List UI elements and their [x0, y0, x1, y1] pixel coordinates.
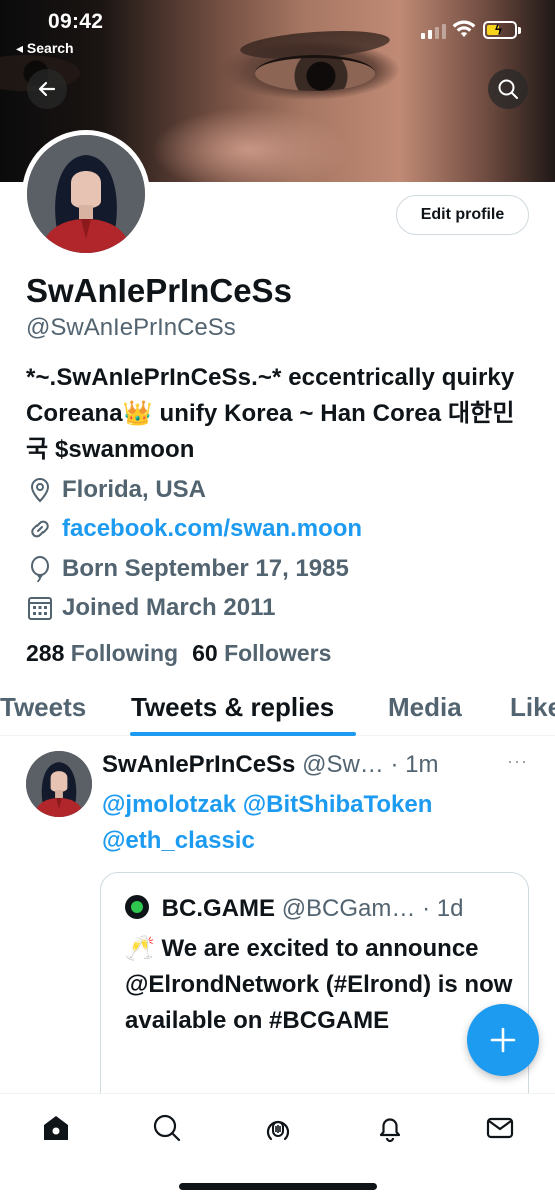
- home-icon: [44, 1116, 68, 1140]
- status-bar: 09:42 ◂ Search ϟ: [0, 0, 555, 60]
- tweet-author-meta: @Sw… · 1m: [302, 751, 439, 778]
- nav-notifications[interactable]: [370, 1108, 410, 1148]
- edit-profile-button[interactable]: Edit profile: [396, 195, 529, 235]
- map-pin-icon: [30, 478, 50, 503]
- avatar-illustration: [27, 135, 145, 253]
- back-button[interactable]: [27, 69, 67, 109]
- quoted-tweet-header: BC.GAME @BCGam… · 1d: [125, 895, 463, 923]
- tab-likes[interactable]: Likes: [510, 692, 555, 723]
- profile-display-name: SwAnIePrInCeSs: [26, 272, 292, 309]
- followers-count: 60: [192, 640, 218, 666]
- plus-icon: [490, 1027, 516, 1053]
- bc-game-logo-icon: [125, 895, 149, 919]
- tab-tweets-and-replies[interactable]: Tweets & replies: [131, 692, 334, 723]
- mail-icon: [486, 1117, 514, 1139]
- nav-search[interactable]: [147, 1108, 187, 1148]
- location-text: Florida, USA: [62, 476, 207, 503]
- joined-text: Joined March 2011: [62, 594, 276, 621]
- website-link[interactable]: facebook.com/swan.moon: [62, 515, 362, 543]
- back-to-search-link[interactable]: ◂ Search: [16, 40, 74, 57]
- calendar-icon: [28, 597, 52, 620]
- avatar-illustration: [26, 751, 92, 817]
- arrow-left-icon: [38, 81, 56, 97]
- home-indicator[interactable]: [179, 1183, 377, 1190]
- avatar-image: [27, 135, 145, 253]
- spaces-icon: [266, 1120, 290, 1141]
- tweet-header: SwAnIePrInCeSs @Sw… · 1m: [102, 751, 532, 779]
- active-tab-indicator: [130, 732, 356, 736]
- balloon-icon: [31, 556, 49, 583]
- wifi-icon: [452, 20, 476, 37]
- profile-handle: @SwAnIePrInCeSs: [26, 314, 236, 341]
- nav-messages[interactable]: [480, 1108, 520, 1148]
- quoted-author-name: BC.GAME: [161, 895, 276, 922]
- following-label: Following: [70, 640, 179, 666]
- following-count: 288: [26, 640, 65, 666]
- quoted-author-meta: @BCGam… · 1d: [281, 895, 464, 922]
- search-icon: [153, 1114, 181, 1142]
- nav-home[interactable]: [36, 1108, 76, 1148]
- birthday-text: Born September 17, 1985: [62, 555, 349, 582]
- quoted-tweet[interactable]: BC.GAME @BCGam… · 1d 🥂 We are excited to…: [100, 872, 529, 1112]
- profile-joined: Joined March 2011: [26, 594, 275, 622]
- profile-bio: *~.SwAnIePrInCeSs.~* eccentrically quirk…: [26, 364, 515, 463]
- banner-image-detail: [255, 55, 375, 91]
- followers-link[interactable]: 60 Followers: [192, 640, 331, 667]
- tweet-text[interactable]: @jmolotzak @BitShibaToken @eth_classic: [102, 787, 522, 859]
- quoted-tweet-text: 🥂 We are excited to announce @ElrondNetw…: [125, 935, 513, 1034]
- battery-charging-icon: ϟ: [483, 21, 521, 39]
- cellular-signal-icon: [421, 24, 446, 39]
- search-icon: [498, 79, 518, 99]
- profile-birthday: Born September 17, 1985: [26, 555, 349, 583]
- search-button[interactable]: [488, 69, 528, 109]
- following-link[interactable]: 288 Following: [26, 640, 178, 667]
- tweet-author-name[interactable]: SwAnIePrInCeSs: [102, 751, 295, 778]
- profile-tabs: Tweets Tweets & replies Media Likes: [0, 684, 555, 736]
- profile-website[interactable]: facebook.com/swan.moon: [26, 515, 362, 543]
- link-icon: [31, 520, 49, 538]
- profile-location: Florida, USA: [26, 476, 206, 504]
- follow-counts: 288 Following 60 Followers: [26, 640, 331, 667]
- bell-icon: [379, 1118, 401, 1143]
- compose-tweet-button[interactable]: [467, 1004, 539, 1076]
- tweet-author-avatar[interactable]: [26, 751, 92, 817]
- tab-media[interactable]: Media: [388, 692, 462, 723]
- followers-label: Followers: [224, 640, 332, 666]
- profile-avatar[interactable]: [22, 130, 150, 258]
- status-time: 09:42: [48, 10, 104, 33]
- tab-tweets[interactable]: Tweets: [0, 692, 86, 723]
- tweet-more-button[interactable]: ···: [507, 751, 528, 772]
- nav-spaces[interactable]: [258, 1108, 298, 1148]
